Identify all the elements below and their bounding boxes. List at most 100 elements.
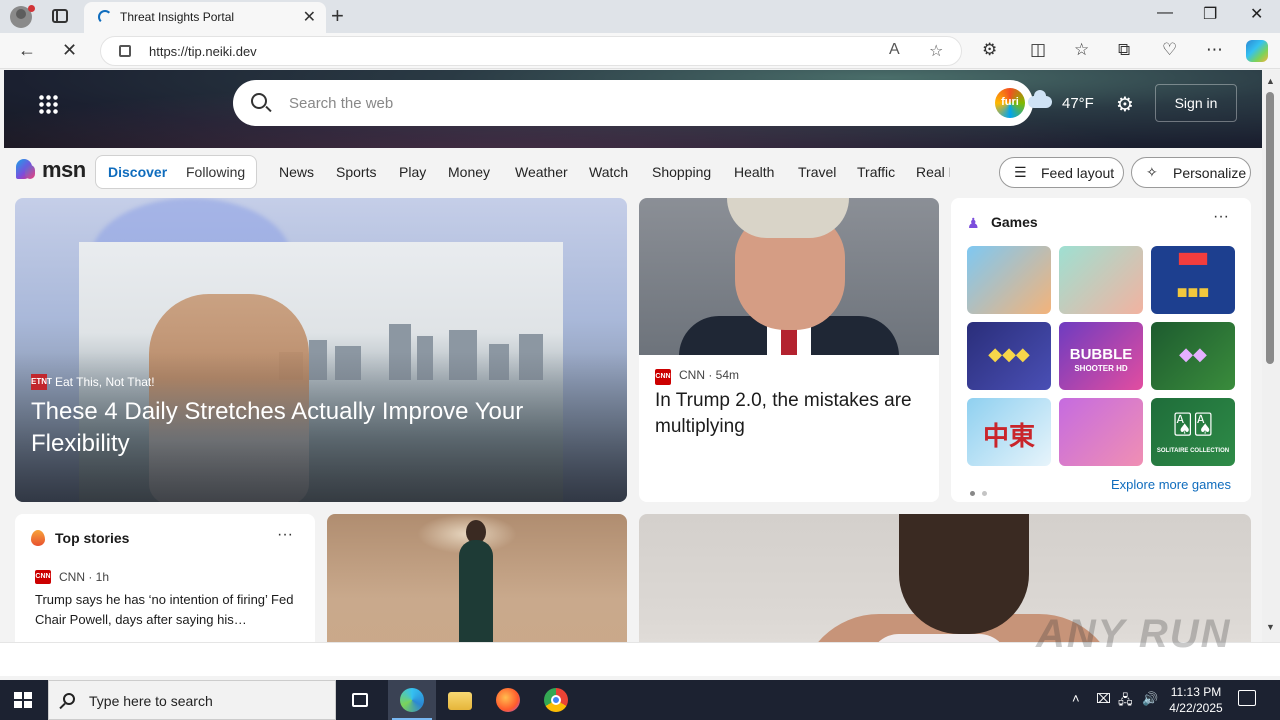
nav-travel[interactable]: Travel — [798, 164, 836, 180]
hero-headline[interactable]: These 4 Daily Stretches Actually Improve… — [31, 396, 571, 460]
nav-sports[interactable]: Sports — [336, 164, 376, 180]
clock-time: 11:13 PM — [1170, 685, 1222, 699]
read-aloud-icon[interactable]: A — [889, 41, 900, 59]
extensions-icon[interactable]: ⚙ — [982, 39, 997, 61]
sign-in-button[interactable]: Sign in — [1155, 84, 1237, 122]
copilot-search-icon[interactable]: furi — [995, 88, 1025, 118]
favorites-icon[interactable]: ☆ — [1074, 39, 1089, 61]
restore-icon[interactable]: ❐ — [1203, 4, 1217, 24]
browser-tab-active[interactable]: Threat Insights Portal ✕ — [84, 2, 326, 33]
game-tile-bubble-shooter[interactable]: BUBBLE SHOOTER HD — [1059, 322, 1143, 390]
nav-play[interactable]: Play — [399, 164, 426, 180]
tab-discover[interactable]: Discover — [108, 164, 167, 180]
more-menu-icon[interactable]: ⋯ — [1206, 39, 1223, 61]
news-source[interactable]: CNN · 54m — [679, 368, 739, 382]
game-tile-makeup[interactable] — [1059, 398, 1143, 466]
hero-source[interactable]: Eat This, Not That! — [55, 375, 155, 389]
url-text[interactable]: https://tip.neiki.dev — [149, 44, 257, 59]
feed-layout-button[interactable]: ☰ Feed layout — [999, 157, 1124, 188]
personalize-button[interactable]: ✧ Personalize — [1131, 157, 1251, 188]
taskbar-clock[interactable]: 11:13 PM 4/22/2025 — [1164, 684, 1228, 716]
game-tile-solitaire[interactable]: 🂡🂡 SOLITAIRE COLLECTION — [1151, 398, 1235, 466]
solitaire-title: SOLITAIRE COLLECTION — [1156, 448, 1230, 454]
carousel-dots[interactable] — [970, 483, 994, 501]
file-explorer-icon[interactable] — [436, 680, 484, 720]
chrome-icon[interactable] — [532, 680, 580, 720]
clock-date: 4/22/2025 — [1169, 701, 1223, 715]
web-search-box[interactable]: Search the web furi — [233, 80, 1033, 126]
copilot-badge-text: furi — [1001, 96, 1019, 108]
tab-following[interactable]: Following — [186, 164, 245, 180]
taskbar-search-input[interactable]: Type here to search — [89, 693, 213, 709]
nav-money[interactable]: Money — [448, 164, 490, 180]
hair-shape — [899, 514, 1029, 634]
nav-watch[interactable]: Watch — [589, 164, 628, 180]
bubble-subtitle: SHOOTER HD — [1074, 364, 1128, 373]
games-card: ♟ Games ··· ▀▀ ■■■ ◆◆◆ BUBBLE SHOOTER HD… — [951, 198, 1251, 502]
nav-weather[interactable]: Weather — [515, 164, 568, 180]
new-tab-icon[interactable]: + — [331, 3, 344, 29]
search-icon — [251, 93, 267, 109]
firefox-icon[interactable] — [484, 680, 532, 720]
tab-close-icon[interactable]: ✕ — [303, 7, 316, 27]
hero-story-card[interactable]: ETNT Eat This, Not That! These 4 Daily S… — [15, 198, 627, 502]
weather-temperature: 47°F — [1062, 95, 1094, 112]
tray-chevron-icon[interactable]: ˄ — [1072, 691, 1080, 706]
game-tile-blocks[interactable]: ▀▀ ■■■ — [1151, 246, 1235, 314]
game-tile-gems[interactable]: ◆◆ — [1151, 322, 1235, 390]
cnn-logo: CNN — [655, 369, 671, 385]
split-screen-icon[interactable]: ◫ — [1030, 39, 1046, 61]
vertical-scrollbar[interactable]: ▲ ▼ — [1262, 70, 1280, 642]
taskbar-search[interactable]: Type here to search — [48, 680, 336, 720]
explore-more-games-link[interactable]: Explore more games — [1111, 477, 1231, 492]
settings-gear-icon[interactable]: ⚙ — [1116, 92, 1134, 117]
notification-center-icon[interactable] — [1238, 690, 1256, 706]
volume-icon[interactable]: 🔊 — [1142, 691, 1158, 707]
story-headline[interactable]: Trump says he has ‘no intention of firin… — [35, 590, 301, 630]
nav-news[interactable]: News — [279, 164, 314, 180]
game-tile-jewels[interactable]: ◆◆◆ — [967, 322, 1051, 390]
game-tile-hotel[interactable] — [967, 246, 1051, 314]
address-bar[interactable]: https://tip.neiki.dev A ☆ — [100, 36, 962, 66]
news-headline[interactable]: In Trump 2.0, the mistakes are multiplyi… — [655, 388, 925, 440]
news-image — [639, 198, 939, 355]
cloud-icon — [1028, 90, 1052, 108]
scroll-down-icon[interactable]: ▼ — [1266, 622, 1275, 632]
loading-spinner-icon — [98, 10, 112, 24]
nav-health[interactable]: Health — [734, 164, 774, 180]
nav-traffic[interactable]: Traffic — [857, 164, 895, 180]
tab-actions-icon[interactable] — [52, 9, 68, 23]
news-card[interactable]: CNN CNN · 54m In Trump 2.0, the mistakes… — [639, 198, 939, 502]
edge-taskbar-icon[interactable] — [388, 680, 436, 720]
game-tile-mahjong[interactable]: 中東 — [967, 398, 1051, 466]
close-window-icon[interactable]: ✕ — [1250, 4, 1263, 24]
tray-device-icon[interactable]: ⌧ — [1096, 691, 1111, 707]
scroll-up-icon[interactable]: ▲ — [1266, 76, 1275, 86]
top-stories-more-icon[interactable]: ··· — [277, 526, 293, 544]
copilot-icon[interactable] — [1246, 40, 1268, 62]
app-launcher-icon[interactable] — [38, 94, 58, 114]
collections-icon[interactable]: ⧉ — [1118, 39, 1130, 61]
sliders-icon: ☰ — [1014, 164, 1027, 180]
favorite-star-icon[interactable]: ☆ — [929, 41, 943, 61]
story-source[interactable]: CNN · 1h — [59, 570, 109, 584]
stop-loading-icon[interactable]: ✕ — [62, 38, 77, 62]
games-icon: ♟ — [967, 215, 980, 231]
site-info-icon[interactable] — [119, 45, 131, 57]
scroll-thumb[interactable] — [1266, 92, 1274, 364]
task-view-icon[interactable] — [336, 680, 384, 720]
top-stories-title[interactable]: Top stories — [55, 530, 129, 546]
minimize-icon[interactable]: — — [1157, 4, 1173, 22]
back-icon[interactable]: ← — [18, 38, 36, 62]
gems-icon: ◆◆ — [1179, 344, 1207, 364]
nav-real-estate[interactable]: Real E — [916, 164, 950, 180]
game-tile-hospital[interactable] — [1059, 246, 1143, 314]
search-input[interactable]: Search the web — [289, 95, 393, 112]
nav-shopping[interactable]: Shopping — [652, 164, 711, 180]
browser-essentials-icon[interactable]: ♡ — [1162, 39, 1177, 61]
games-more-icon[interactable]: ··· — [1213, 208, 1229, 226]
windows-start-icon[interactable] — [14, 692, 32, 708]
games-title[interactable]: Games — [991, 214, 1038, 230]
address-toolbar: ← ✕ https://tip.neiki.dev A ☆ ⚙ ◫ ☆ ⧉ ♡ … — [0, 33, 1280, 69]
network-icon[interactable]: 🖧 — [1118, 691, 1133, 713]
